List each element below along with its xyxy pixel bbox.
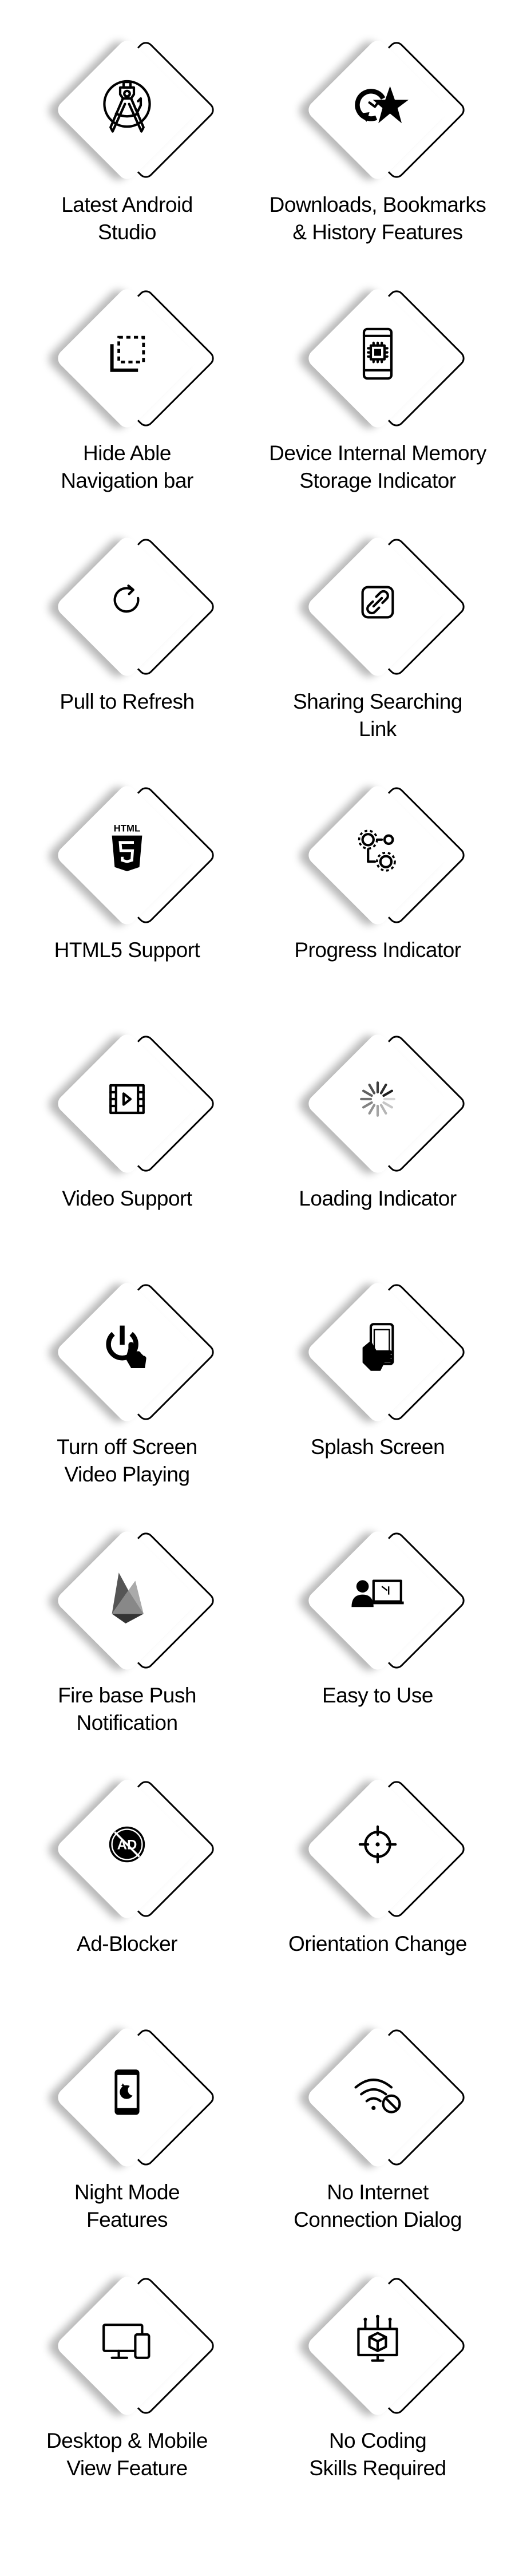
feature-item: Hide Able Navigation bar bbox=[7, 250, 247, 498]
feature-label-line: Easy to Use bbox=[322, 1684, 433, 1707]
history-star-icon bbox=[343, 71, 412, 140]
share-link-icon bbox=[343, 568, 412, 637]
feature-label-line: Storage Indicator bbox=[299, 469, 456, 492]
feature-item: HTML HTML5 Support bbox=[7, 746, 247, 995]
feature-label-line: Pull to Refresh bbox=[60, 690, 195, 713]
feature-label-line: Fire base Push bbox=[58, 1684, 196, 1707]
feature-label-line: Loading Indicator bbox=[299, 1187, 457, 1210]
desktop-mobile-icon bbox=[93, 2307, 161, 2376]
feature-label-line: Turn off Screen bbox=[57, 1435, 197, 1459]
hide-navigation-icon bbox=[93, 319, 161, 388]
html5-icon: HTML bbox=[93, 816, 161, 885]
feature-item: Video Support bbox=[7, 995, 247, 1243]
feature-label-line: No Coding bbox=[328, 2429, 427, 2452]
feature-label-line: View Feature bbox=[66, 2456, 188, 2480]
feature-label-line: Orientation Change bbox=[288, 1932, 467, 1955]
feature-label: Turn off Screen Video Playing bbox=[7, 1433, 247, 1488]
feature-label: Orientation Change bbox=[258, 1930, 498, 1958]
loading-spinner-icon bbox=[343, 1065, 412, 1133]
feature-label-line: Downloads, Bookmarks bbox=[269, 193, 486, 216]
user-computer-icon bbox=[343, 1562, 412, 1630]
video-film-icon bbox=[93, 1065, 161, 1133]
firebase-icon bbox=[93, 1562, 161, 1630]
feature-label: Video Support bbox=[7, 1185, 247, 1212]
feature-label: Sharing Searching Link bbox=[258, 688, 498, 743]
feature-label-line: Connection Dialog bbox=[294, 2208, 462, 2231]
feature-item: Orientation Change bbox=[258, 1740, 498, 1989]
feature-label-line: Splash Screen bbox=[310, 1435, 445, 1459]
ad-block-icon: AD bbox=[93, 1810, 161, 1879]
feature-label-line: Progress Indicator bbox=[294, 938, 461, 962]
feature-label: Desktop & Mobile View Feature bbox=[7, 2427, 247, 2482]
feature-item: Turn off Screen Video Playing bbox=[7, 1243, 247, 1492]
feature-label: Easy to Use bbox=[258, 1682, 498, 1709]
feature-label: Night Mode Features bbox=[7, 2179, 247, 2234]
feature-label-line: Features bbox=[86, 2208, 168, 2231]
feature-label-line: No Internet bbox=[327, 2180, 429, 2204]
feature-label: Device Internal Memory Storage Indicator bbox=[258, 440, 498, 495]
feature-label-line: HTML5 Support bbox=[54, 938, 200, 962]
feature-label-line: Notification bbox=[76, 1711, 178, 1735]
wifi-blocked-icon bbox=[343, 2059, 412, 2127]
feature-item: AD Ad-Blocker bbox=[7, 1740, 247, 1989]
feature-item: Easy to Use bbox=[258, 1492, 498, 1740]
android-studio-compass-icon bbox=[93, 71, 161, 140]
feature-item: No Internet Connection Dialog bbox=[258, 1989, 498, 2237]
feature-label: Pull to Refresh bbox=[7, 688, 247, 716]
feature-label-line: Skills Required bbox=[309, 2456, 446, 2480]
feature-label-line: & History Features bbox=[292, 220, 463, 244]
feature-label: No Internet Connection Dialog bbox=[258, 2179, 498, 2234]
feature-label: HTML5 Support bbox=[7, 937, 247, 964]
feature-label-line: Link bbox=[359, 717, 397, 741]
crosshair-icon bbox=[343, 1810, 412, 1879]
feature-label: Downloads, Bookmarks & History Features bbox=[258, 191, 498, 246]
feature-label-line: Ad-Blocker bbox=[77, 1932, 177, 1955]
feature-item: Downloads, Bookmarks & History Features bbox=[258, 1, 498, 250]
monitor-cube-icon bbox=[343, 2307, 412, 2376]
feature-label: Progress Indicator bbox=[258, 937, 498, 964]
feature-item: No Coding Skills Required bbox=[258, 2237, 498, 2486]
gears-progress-icon bbox=[343, 816, 412, 885]
feature-label-line: Video Playing bbox=[64, 1463, 190, 1486]
feature-label-line: Night Mode bbox=[74, 2180, 180, 2204]
feature-label-line: Sharing Searching bbox=[293, 690, 462, 713]
svg-text:HTML: HTML bbox=[114, 823, 141, 833]
feature-item: Desktop & Mobile View Feature bbox=[7, 2237, 247, 2486]
feature-item: Night Mode Features bbox=[7, 1989, 247, 2237]
feature-label: Loading Indicator bbox=[258, 1185, 498, 1212]
feature-label-line: Hide Able bbox=[83, 441, 171, 465]
feature-label-line: Video Support bbox=[62, 1187, 192, 1210]
phone-moon-icon bbox=[93, 2059, 161, 2127]
feature-label: Latest Android Studio bbox=[7, 191, 247, 246]
feature-item: Latest Android Studio bbox=[7, 1, 247, 250]
refresh-icon bbox=[93, 568, 161, 637]
feature-label: Hide Able Navigation bar bbox=[7, 440, 247, 495]
feature-item: Pull to Refresh bbox=[7, 498, 247, 746]
feature-label: Ad-Blocker bbox=[7, 1930, 247, 1958]
power-touch-icon bbox=[93, 1313, 161, 1382]
feature-label: No Coding Skills Required bbox=[258, 2427, 498, 2482]
feature-item: Progress Indicator bbox=[258, 746, 498, 995]
feature-label-line: Device Internal Memory bbox=[269, 441, 486, 465]
feature-label: Fire base Push Notification bbox=[7, 1682, 247, 1737]
feature-label-line: Latest Android bbox=[61, 193, 193, 216]
feature-label-line: Studio bbox=[98, 220, 156, 244]
feature-label-line: Navigation bar bbox=[61, 469, 193, 492]
feature-item: Fire base Push Notification bbox=[7, 1492, 247, 1740]
feature-item: Device Internal Memory Storage Indicator bbox=[258, 250, 498, 498]
feature-item: Sharing Searching Link bbox=[258, 498, 498, 746]
feature-item: Splash Screen bbox=[258, 1243, 498, 1492]
phone-chip-icon bbox=[343, 319, 412, 388]
hand-phone-icon bbox=[343, 1313, 412, 1382]
feature-label-line: Desktop & Mobile bbox=[46, 2429, 208, 2452]
feature-item: Loading Indicator bbox=[258, 995, 498, 1243]
feature-label: Splash Screen bbox=[258, 1433, 498, 1461]
